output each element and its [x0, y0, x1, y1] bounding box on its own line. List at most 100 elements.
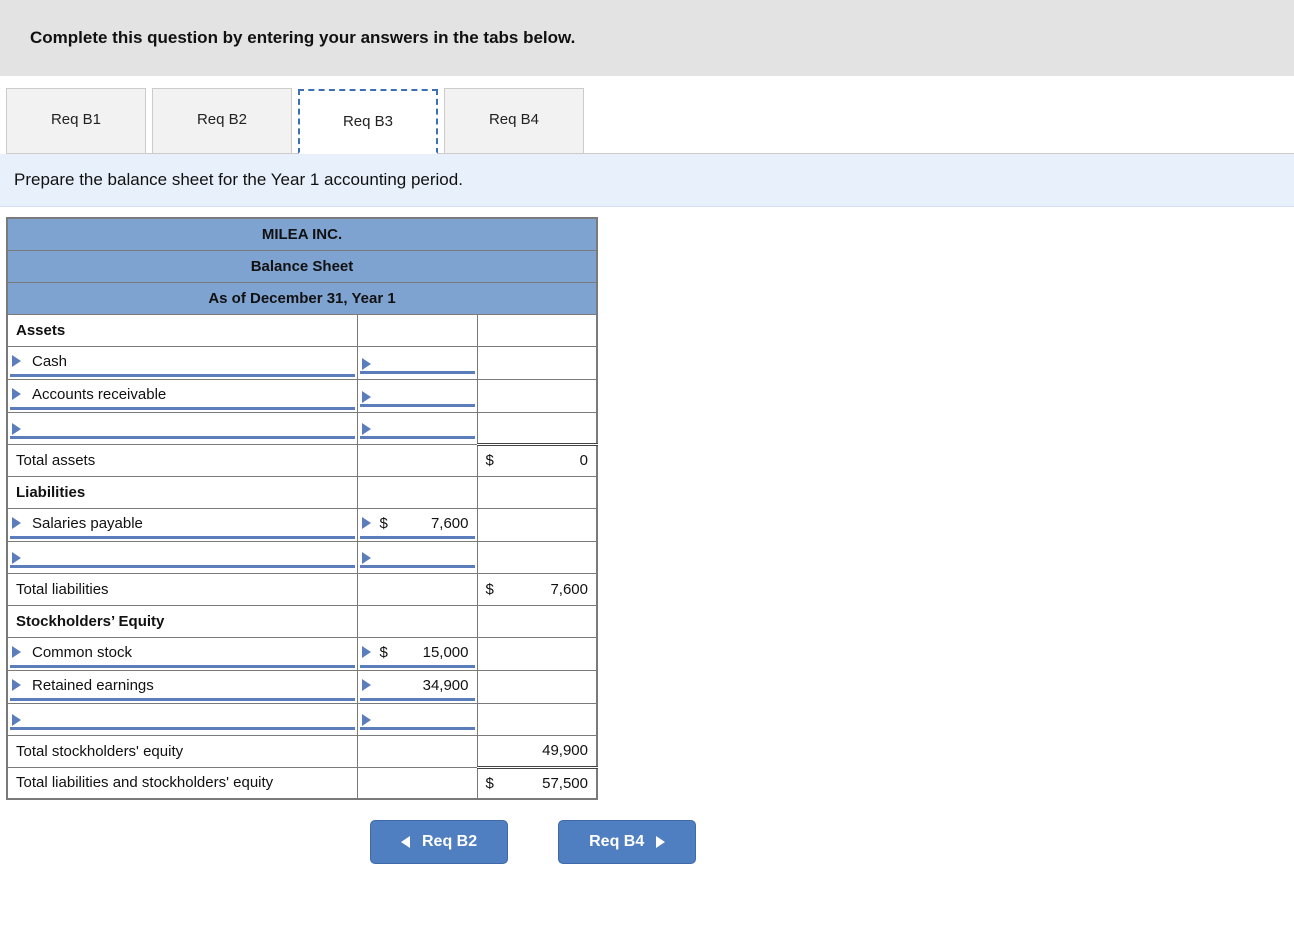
blank-cell — [477, 703, 597, 735]
common-label: Common stock — [32, 644, 132, 661]
blank-cell — [357, 605, 477, 637]
salaries-amount-cell[interactable]: $7,600 — [357, 508, 477, 541]
se-blank-amount-cell[interactable] — [357, 703, 477, 735]
total-assets-value: $0 — [477, 444, 597, 476]
blank-cell — [477, 379, 597, 412]
dropdown-icon: $15,000 — [360, 640, 475, 668]
blank-cell — [477, 314, 597, 346]
row-retained-earnings: Retained earnings 34,900 — [7, 670, 597, 703]
instruction-bar: Complete this question by entering your … — [0, 0, 1294, 76]
blank-cell — [357, 573, 477, 605]
row-salaries-payable: Salaries payable $7,600 — [7, 508, 597, 541]
blank-cell — [357, 314, 477, 346]
total-lse-value: $57,500 — [477, 767, 597, 799]
assets-head: Assets — [7, 314, 357, 346]
ar-amount-cell[interactable] — [357, 379, 477, 412]
balance-sheet-wrap: MILEA INC. Balance Sheet As of December … — [6, 217, 1294, 800]
dropdown-icon: 34,900 — [360, 673, 475, 701]
tab-label: Req B2 — [197, 111, 247, 128]
row-total-lse: Total liabilities and stockholders' equi… — [7, 767, 597, 799]
dropdown-icon: Accounts receivable — [10, 382, 355, 410]
blank-cell — [477, 670, 597, 703]
blank-cell — [477, 637, 597, 670]
row-se-head: Stockholders’ Equity — [7, 605, 597, 637]
total-se-value: 49,900 — [477, 735, 597, 767]
prev-label: Req B2 — [422, 833, 477, 851]
dropdown-icon — [360, 352, 475, 374]
blank-cell — [357, 735, 477, 767]
retained-amount-cell[interactable]: 34,900 — [357, 670, 477, 703]
blank-cell — [477, 605, 597, 637]
tab-req-b3[interactable]: Req B3 — [298, 89, 438, 154]
blank-cell — [477, 412, 597, 444]
liabilities-head: Liabilities — [7, 476, 357, 508]
ar-label: Accounts receivable — [32, 386, 166, 403]
prev-button[interactable]: Req B2 — [370, 820, 508, 864]
amount-value: 34,900 — [415, 677, 469, 694]
common-label-cell[interactable]: Common stock — [7, 637, 357, 670]
blank-cell — [477, 476, 597, 508]
cash-label-cell[interactable]: Cash — [7, 346, 357, 379]
tab-req-b4[interactable]: Req B4 — [444, 88, 584, 153]
amount-value: 7,600 — [494, 581, 588, 598]
tab-label: Req B3 — [343, 113, 393, 130]
next-button[interactable]: Req B4 — [558, 820, 696, 864]
blank-cell — [357, 767, 477, 799]
tab-req-b2[interactable]: Req B2 — [152, 88, 292, 153]
tabs-row: Req B1 Req B2 Req B3 Req B4 — [6, 88, 1294, 154]
blank-cell — [357, 444, 477, 476]
blank-cell — [477, 508, 597, 541]
total-liab-label: Total liabilities — [7, 573, 357, 605]
asset-blank-label-cell[interactable] — [7, 412, 357, 444]
prompt-text: Prepare the balance sheet for the Year 1… — [14, 170, 463, 189]
currency-symbol: $ — [380, 644, 388, 661]
tab-label: Req B4 — [489, 111, 539, 128]
sheet-asof: As of December 31, Year 1 — [7, 282, 597, 314]
tab-req-b1[interactable]: Req B1 — [6, 88, 146, 153]
total-lse-label: Total liabilities and stockholders' equi… — [7, 767, 357, 799]
dropdown-icon — [360, 417, 475, 439]
se-blank-label-cell[interactable] — [7, 703, 357, 735]
amount-value: 0 — [494, 452, 588, 469]
balance-sheet-table: MILEA INC. Balance Sheet As of December … — [6, 217, 598, 800]
dropdown-icon: Common stock — [10, 640, 355, 668]
tab-label: Req B1 — [51, 111, 101, 128]
currency-symbol: $ — [486, 581, 494, 598]
currency-symbol: $ — [486, 775, 494, 792]
row-total-liabilities: Total liabilities $7,600 — [7, 573, 597, 605]
liab-blank-amount-cell[interactable] — [357, 541, 477, 573]
dropdown-icon — [10, 546, 355, 568]
row-total-assets: Total assets $0 — [7, 444, 597, 476]
cash-label: Cash — [32, 353, 67, 370]
retained-label-cell[interactable]: Retained earnings — [7, 670, 357, 703]
liab-blank-label-cell[interactable] — [7, 541, 357, 573]
sheet-title: Balance Sheet — [7, 250, 597, 282]
chevron-left-icon — [401, 836, 410, 848]
total-liab-value: $7,600 — [477, 573, 597, 605]
dropdown-icon: Retained earnings — [10, 673, 355, 701]
row-common-stock: Common stock $15,000 — [7, 637, 597, 670]
ar-label-cell[interactable]: Accounts receivable — [7, 379, 357, 412]
row-total-se: Total stockholders' equity 49,900 — [7, 735, 597, 767]
row-asset-blank — [7, 412, 597, 444]
row-se-blank — [7, 703, 597, 735]
salaries-label: Salaries payable — [32, 515, 143, 532]
salaries-label-cell[interactable]: Salaries payable — [7, 508, 357, 541]
currency-symbol: $ — [380, 515, 388, 532]
instruction-text: Complete this question by entering your … — [30, 28, 575, 47]
row-cash: Cash — [7, 346, 597, 379]
prompt-bar: Prepare the balance sheet for the Year 1… — [0, 154, 1294, 207]
row-liabilities-head: Liabilities — [7, 476, 597, 508]
asset-blank-amount-cell[interactable] — [357, 412, 477, 444]
dropdown-icon: $7,600 — [360, 511, 475, 539]
currency-symbol: $ — [486, 452, 494, 469]
total-se-label: Total stockholders' equity — [7, 735, 357, 767]
dropdown-icon — [360, 385, 475, 407]
common-amount-cell[interactable]: $15,000 — [357, 637, 477, 670]
amount-value: 49,900 — [534, 742, 588, 759]
retained-label: Retained earnings — [32, 677, 154, 694]
dropdown-icon — [10, 708, 355, 730]
row-accounts-receivable: Accounts receivable — [7, 379, 597, 412]
cash-amount-cell[interactable] — [357, 346, 477, 379]
blank-cell — [477, 346, 597, 379]
